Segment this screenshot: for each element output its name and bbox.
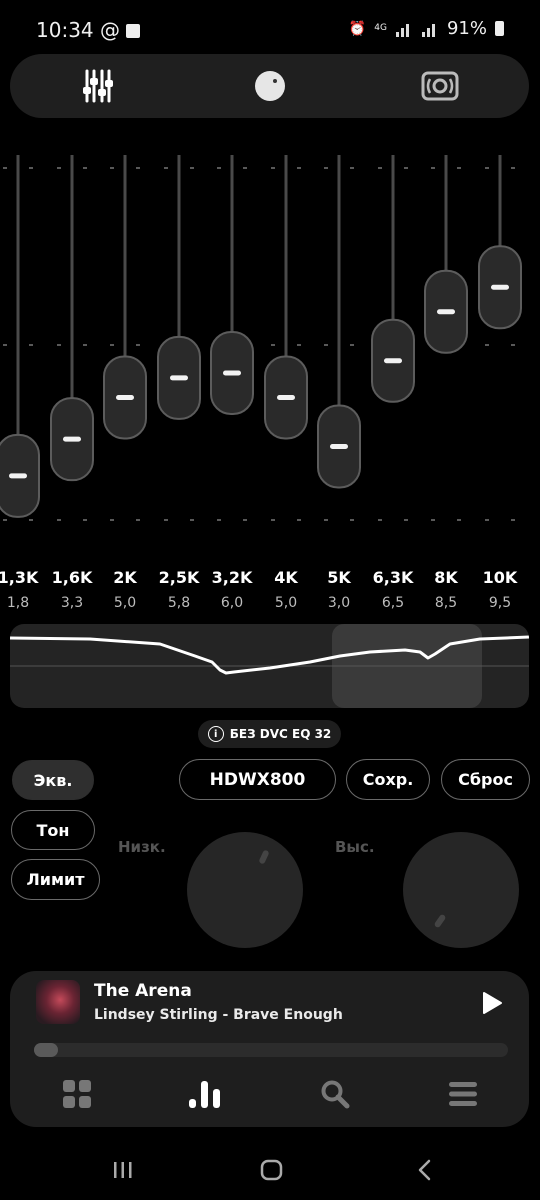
eq-handle-marker <box>330 444 348 449</box>
dvc-badge-label: БЕЗ DVC EQ 32 <box>229 727 332 741</box>
eq-handle-marker <box>223 370 241 376</box>
track-title: The Arena <box>94 981 192 1001</box>
recents-icon[interactable] <box>108 1156 138 1184</box>
eq-frequency-label: 5K <box>327 568 351 587</box>
eq-gain-label: 3,3 <box>60 595 84 611</box>
surround-speaker-icon[interactable] <box>420 66 460 106</box>
eq-gain-label: 3,0 <box>327 595 351 611</box>
gallery-icon <box>126 24 141 38</box>
eq-frequency-label: 3,2K <box>211 568 253 587</box>
info-icon: i <box>207 726 224 742</box>
eq-gain-label: 6,5 <box>381 595 405 611</box>
at-sign-icon: @ <box>100 18 120 42</box>
eq-band-slider-5[interactable] <box>210 155 254 535</box>
eq-gain-label: 1,8 <box>6 595 30 611</box>
tone-mode-button[interactable]: Тон <box>11 810 95 850</box>
equalizer-bars-icon[interactable] <box>188 1077 222 1111</box>
eq-gain-label: 5,0 <box>274 595 298 611</box>
eq-gain-label: 9,5 <box>488 595 512 611</box>
high-knob-indicator <box>433 913 447 929</box>
eq-handle-marker <box>63 436 81 442</box>
status-indicators: ⏰ 4G 91% <box>349 18 504 39</box>
eq-frequency-label: 10K <box>482 568 518 587</box>
dvc-badge[interactable]: i БЕЗ DVC EQ 32 <box>198 720 341 748</box>
search-icon[interactable] <box>318 1077 352 1111</box>
eq-handle-marker <box>491 284 509 290</box>
eq-handle-marker <box>384 358 402 364</box>
eq-frequency-label: 6,3K <box>372 568 414 587</box>
eq-frequency-label: 1,3K <box>0 568 39 587</box>
top-tab-bar <box>10 54 529 118</box>
low-knob-label: Низк. <box>118 838 166 856</box>
eq-gain-label: 5,8 <box>167 595 191 611</box>
eq-handle-marker <box>9 473 27 479</box>
equalizer-sliders-icon[interactable] <box>78 66 118 106</box>
reset-button[interactable]: Сброс <box>441 759 530 800</box>
low-tone-knob[interactable] <box>187 832 303 948</box>
equalizer-sliders[interactable] <box>0 150 540 540</box>
signal-icon <box>395 23 409 37</box>
track-artist: Lindsey Stirling - Brave Enough <box>94 1007 343 1023</box>
eq-band-slider-9[interactable] <box>424 155 468 535</box>
preset-name-button[interactable]: HDWX800 <box>179 759 336 800</box>
playback-progress-bar[interactable] <box>34 1043 508 1057</box>
eq-handle-marker <box>116 395 134 400</box>
eq-frequency-label: 2,5K <box>158 568 200 587</box>
play-icon[interactable] <box>478 989 506 1017</box>
eq-band-slider-8[interactable] <box>371 155 415 535</box>
eq-mode-button[interactable]: Экв. <box>12 760 94 800</box>
album-art[interactable] <box>36 980 80 1024</box>
now-playing-panel[interactable]: The Arena Lindsey Stirling - Brave Enoug… <box>10 971 529 1127</box>
network-type: 4G <box>374 23 387 33</box>
eq-frequency-label: 1,6K <box>51 568 93 587</box>
eq-handle-marker <box>277 395 295 400</box>
low-knob-indicator <box>258 849 270 865</box>
home-icon[interactable] <box>257 1156 287 1184</box>
eq-band-slider-4[interactable] <box>157 155 201 535</box>
save-button[interactable]: Сохр. <box>346 759 430 800</box>
status-time: 10:34 @ <box>36 18 141 42</box>
battery-text: 91% <box>446 18 487 39</box>
eq-handle-marker <box>437 309 455 315</box>
eq-frequency-label: 8K <box>434 568 458 587</box>
high-tone-knob[interactable] <box>403 832 519 948</box>
frequency-response-graph[interactable] <box>10 624 529 708</box>
menu-icon[interactable] <box>446 1077 480 1111</box>
limit-mode-button[interactable]: Лимит <box>11 859 100 900</box>
eq-gain-label: 5,0 <box>113 595 137 611</box>
dial-knob-icon[interactable] <box>250 66 290 106</box>
alarm-icon: ⏰ <box>348 20 367 37</box>
grid-icon[interactable] <box>60 1077 94 1111</box>
battery-icon <box>495 21 504 36</box>
eq-frequency-label: 2K <box>113 568 137 587</box>
eq-frequency-label: 4K <box>274 568 298 587</box>
eq-gain-label: 6,0 <box>220 595 244 611</box>
eq-handle-marker <box>170 375 188 381</box>
high-knob-label: Выс. <box>335 838 375 856</box>
playback-progress-fill <box>34 1043 58 1057</box>
signal-2-icon <box>421 23 435 37</box>
eq-gain-label: 8,5 <box>434 595 458 611</box>
back-icon[interactable] <box>410 1156 440 1184</box>
